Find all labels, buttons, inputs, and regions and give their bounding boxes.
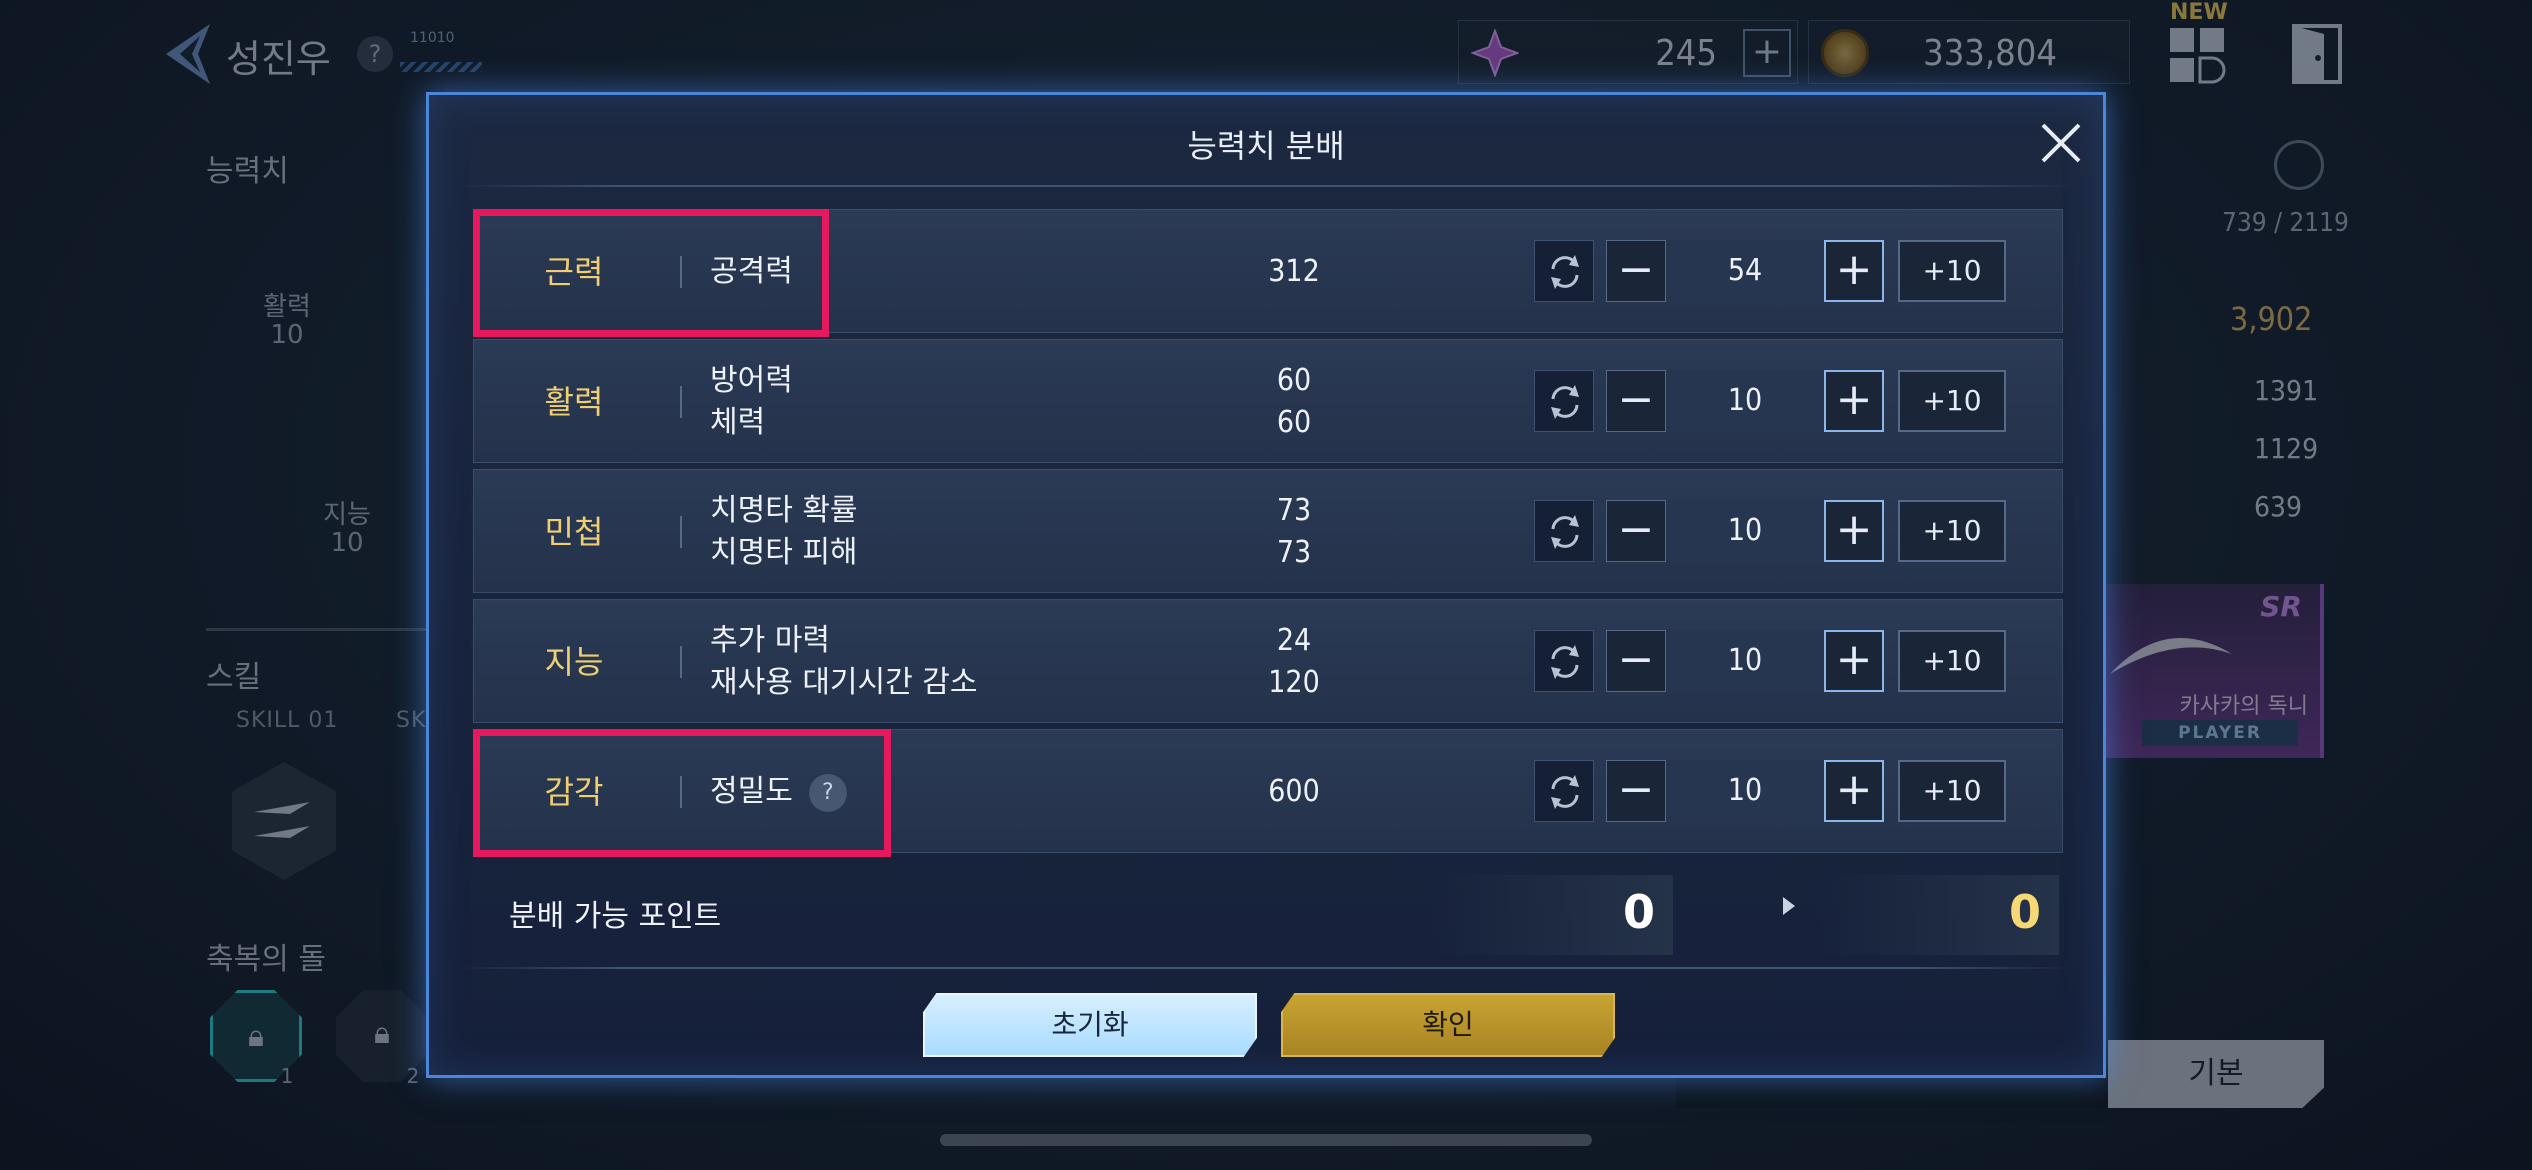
increase-button[interactable]: +	[1824, 370, 1884, 432]
highlight-sense	[473, 729, 891, 857]
confirm-button[interactable]: 확인	[1281, 993, 1615, 1057]
stat-row-vitality: 활력 방어력 체력 60 60 − 10 + +10	[473, 339, 2063, 463]
sub-stat-values: 60 60	[1214, 340, 1374, 464]
title-divider	[459, 185, 2073, 187]
sub-stat-names: 치명타 확률 치명타 피해	[710, 470, 1130, 594]
points-current-box: 0	[1433, 875, 1673, 955]
stat-row-agility: 민첩 치명타 확률 치명타 피해 73 73 − 10 + +10	[473, 469, 2063, 593]
sub-stat-name: 체력	[710, 405, 766, 440]
increase-10-button[interactable]: +10	[1898, 630, 2006, 692]
increase-button[interactable]: +	[1824, 500, 1884, 562]
row-separator	[680, 516, 682, 548]
refresh-icon	[1551, 775, 1579, 809]
available-points-row: 분배 가능 포인트 0 0	[473, 865, 2063, 961]
arrow-right-icon	[1783, 897, 1795, 915]
increase-10-button[interactable]: +10	[1898, 370, 2006, 432]
sub-stat-values: 24 120	[1214, 600, 1374, 724]
allocated-value: 54	[1666, 240, 1824, 302]
increase-button[interactable]: +	[1824, 630, 1884, 692]
reset-stat-button[interactable]	[1534, 760, 1594, 822]
dialog-title: 능력치 분배	[1187, 127, 1345, 165]
allocated-value: 10	[1666, 630, 1824, 692]
points-current: 0	[1622, 885, 1655, 939]
sub-stat-values: 600	[1214, 730, 1374, 854]
sub-stat-value: 24	[1276, 623, 1312, 658]
sub-stat-name: 치명타 피해	[710, 535, 858, 570]
allocated-value: 10	[1666, 370, 1824, 432]
sub-stat-name: 치명타 확률	[710, 493, 858, 528]
sub-stat-name: 방어력	[710, 363, 793, 398]
sub-stat-name: 재사용 대기시간 감소	[710, 665, 978, 700]
sub-stat-names: 방어력 체력	[710, 340, 1130, 464]
reset-stat-button[interactable]	[1534, 240, 1594, 302]
row-separator	[680, 386, 682, 418]
refresh-icon	[1551, 255, 1579, 289]
reset-stat-button[interactable]	[1534, 370, 1594, 432]
sub-stat-value: 60	[1276, 405, 1312, 440]
decrease-button[interactable]: −	[1606, 370, 1666, 432]
stat-name: 지능	[544, 643, 604, 681]
increase-10-button[interactable]: +10	[1898, 240, 2006, 302]
sub-stat-values: 312	[1214, 210, 1374, 334]
refresh-icon	[1551, 385, 1579, 419]
sub-stat-name: 추가 마력	[710, 623, 830, 658]
decrease-button[interactable]: −	[1606, 760, 1666, 822]
decrease-button[interactable]: −	[1606, 240, 1666, 302]
row-separator	[680, 646, 682, 678]
stat-distribution-dialog: 능력치 분배 근력 공격력 312 − 54 + +10 활력 방어력 체력 6…	[426, 92, 2106, 1078]
decrease-button[interactable]: −	[1606, 630, 1666, 692]
increase-button[interactable]: +	[1824, 240, 1884, 302]
reset-button[interactable]: 초기화	[923, 993, 1257, 1057]
stat-name: 활력	[544, 383, 604, 421]
sub-stat-value: 73	[1276, 493, 1312, 528]
sub-stat-names: 추가 마력 재사용 대기시간 감소	[710, 600, 1130, 724]
points-after-box: 0	[1819, 875, 2059, 955]
increase-button[interactable]: +	[1824, 760, 1884, 822]
sub-stat-values: 73 73	[1214, 470, 1374, 594]
sub-stat-value: 73	[1276, 535, 1312, 570]
increase-10-button[interactable]: +10	[1898, 500, 2006, 562]
available-points-label: 분배 가능 포인트	[509, 899, 722, 934]
highlight-strength	[473, 209, 829, 337]
sub-stat-value: 312	[1268, 254, 1320, 289]
increase-10-button[interactable]: +10	[1898, 760, 2006, 822]
reset-stat-button[interactable]	[1534, 630, 1594, 692]
decrease-button[interactable]: −	[1606, 500, 1666, 562]
reset-stat-button[interactable]	[1534, 500, 1594, 562]
allocated-value: 10	[1666, 760, 1824, 822]
sub-stat-value: 120	[1268, 665, 1320, 700]
refresh-icon	[1551, 645, 1579, 679]
close-icon[interactable]	[2037, 119, 2085, 167]
points-after: 0	[2008, 885, 2041, 939]
stat-row-intelligence: 지능 추가 마력 재사용 대기시간 감소 24 120 − 10 + +10	[473, 599, 2063, 723]
sub-stat-value: 60	[1276, 363, 1312, 398]
bottom-divider	[459, 967, 2073, 969]
sub-stat-value: 600	[1268, 774, 1320, 809]
stat-name: 민첩	[544, 513, 604, 551]
allocated-value: 10	[1666, 500, 1824, 562]
refresh-icon	[1551, 515, 1579, 549]
